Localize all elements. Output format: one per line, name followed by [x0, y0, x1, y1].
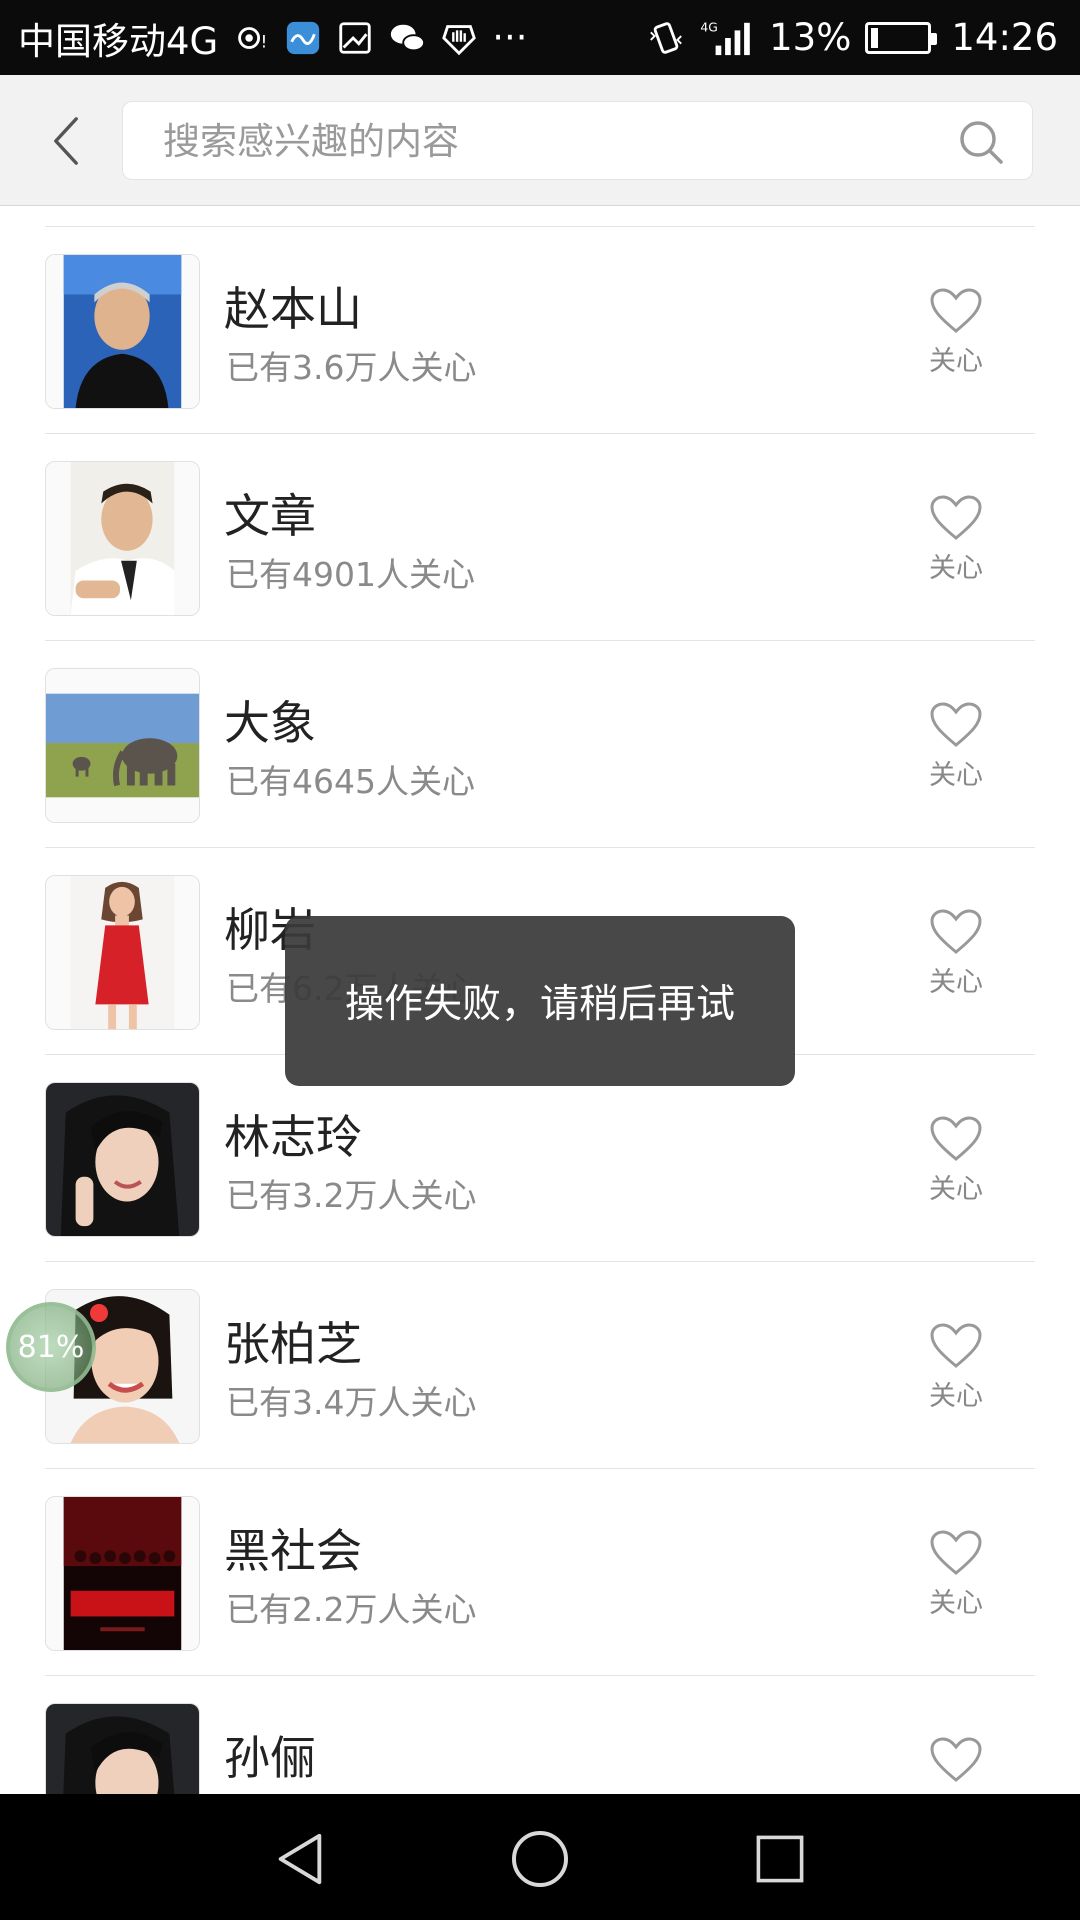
follow-button[interactable]	[912, 1736, 1000, 1794]
item-thumbnail[interactable]	[45, 668, 200, 823]
list-item[interactable]: 林志玲已有3.2万人关心 关心	[0, 1055, 1080, 1262]
item-thumbnail[interactable]	[45, 461, 200, 616]
heart-icon	[930, 1737, 982, 1782]
follower-count: 已有3.2万人关心	[226, 1176, 477, 1215]
chevron-left-icon	[54, 117, 78, 165]
item-thumbnail[interactable]	[45, 1703, 200, 1794]
item-thumbnail[interactable]	[45, 1082, 200, 1237]
follow-button[interactable]: 关心	[912, 701, 1000, 801]
more-notifications-icon: ···	[492, 16, 528, 59]
item-name: 文章	[224, 489, 316, 543]
follower-count: 已有4645人关心	[226, 762, 475, 801]
follower-count: 已有2.2万人关心	[226, 1590, 477, 1629]
search-box[interactable]	[122, 101, 1033, 181]
item-thumbnail[interactable]	[45, 1496, 200, 1651]
nav-back-button[interactable]	[265, 1824, 335, 1894]
wechat-icon	[388, 19, 426, 57]
svg-text:!: !	[261, 32, 268, 52]
system-nav-bar	[0, 1794, 1080, 1920]
vibrate-icon	[647, 19, 685, 57]
error-toast: 操作失败，请稍后再试	[285, 916, 795, 1086]
follow-label: 关心	[929, 1381, 983, 1412]
list-item[interactable]: 孙俪	[0, 1676, 1080, 1794]
follow-button[interactable]: 关心	[912, 287, 1000, 387]
heart-icon	[930, 1323, 982, 1368]
back-button[interactable]	[36, 105, 96, 177]
follower-count: 已有3.6万人关心	[226, 348, 477, 387]
notification-dot	[90, 1304, 108, 1322]
health-app-icon	[284, 19, 322, 57]
follow-button[interactable]: 关心	[912, 494, 1000, 594]
heart-icon	[930, 909, 982, 954]
item-thumbnail[interactable]	[45, 875, 200, 1030]
follow-button[interactable]: 关心	[912, 1529, 1000, 1629]
follow-label: 关心	[929, 1588, 983, 1619]
follow-label: 关心	[929, 1174, 983, 1205]
item-name: 孙俪	[224, 1731, 316, 1785]
item-name: 黑社会	[224, 1524, 362, 1578]
search-header	[0, 75, 1080, 206]
follow-label: 关心	[929, 760, 983, 791]
follow-button[interactable]: 关心	[912, 1322, 1000, 1422]
heart-icon	[930, 702, 982, 747]
follow-label: 关心	[929, 553, 983, 584]
list-item[interactable]: 赵本山已有3.6万人关心 关心	[0, 227, 1080, 434]
list-item[interactable]: 黑社会已有2.2万人关心 关心	[0, 1469, 1080, 1676]
signal-icon: 4G	[699, 19, 755, 57]
follow-label: 关心	[929, 967, 983, 998]
network-type-label: 4G	[701, 20, 718, 34]
clock: 14:26	[951, 16, 1058, 59]
search-input[interactable]	[161, 102, 941, 181]
follow-button[interactable]: 关心	[912, 908, 1000, 1008]
item-name: 赵本山	[224, 282, 362, 336]
hotspot-icon: !	[232, 19, 270, 57]
hand-icon	[440, 19, 478, 57]
follower-count: 已有4901人关心	[226, 555, 475, 594]
floating-memory-badge[interactable]: 81%	[6, 1302, 96, 1392]
circle-home-icon	[512, 1831, 568, 1887]
heart-icon	[930, 1530, 982, 1575]
search-icon[interactable]	[958, 119, 1004, 165]
item-thumbnail[interactable]	[45, 254, 200, 409]
heart-icon	[930, 288, 982, 333]
carrier-label: 中国移动4G	[18, 19, 219, 63]
heart-icon	[930, 495, 982, 540]
follow-button[interactable]: 关心	[912, 1115, 1000, 1215]
list-item[interactable]: 张柏芝已有3.4万人关心 关心	[0, 1262, 1080, 1469]
heart-icon	[930, 1116, 982, 1161]
list-item[interactable]: 文章已有4901人关心 关心	[0, 434, 1080, 641]
triangle-back-icon	[278, 1833, 322, 1885]
square-recents-icon	[756, 1835, 804, 1883]
list-item[interactable]: 大象已有4645人关心 关心	[0, 641, 1080, 848]
nav-recents-button[interactable]	[745, 1824, 815, 1894]
gallery-icon	[336, 19, 374, 57]
follower-count: 已有3.4万人关心	[226, 1383, 477, 1422]
follow-label: 关心	[929, 346, 983, 377]
item-name: 大象	[224, 696, 316, 750]
item-name: 林志玲	[224, 1110, 362, 1164]
item-name: 张柏芝	[224, 1317, 362, 1371]
battery-icon	[865, 21, 938, 54]
battery-percent: 13%	[769, 16, 852, 59]
nav-home-button[interactable]	[505, 1824, 575, 1894]
status-bar: 中国移动4G ! ··· 4G 13% 14:26	[0, 0, 1080, 75]
